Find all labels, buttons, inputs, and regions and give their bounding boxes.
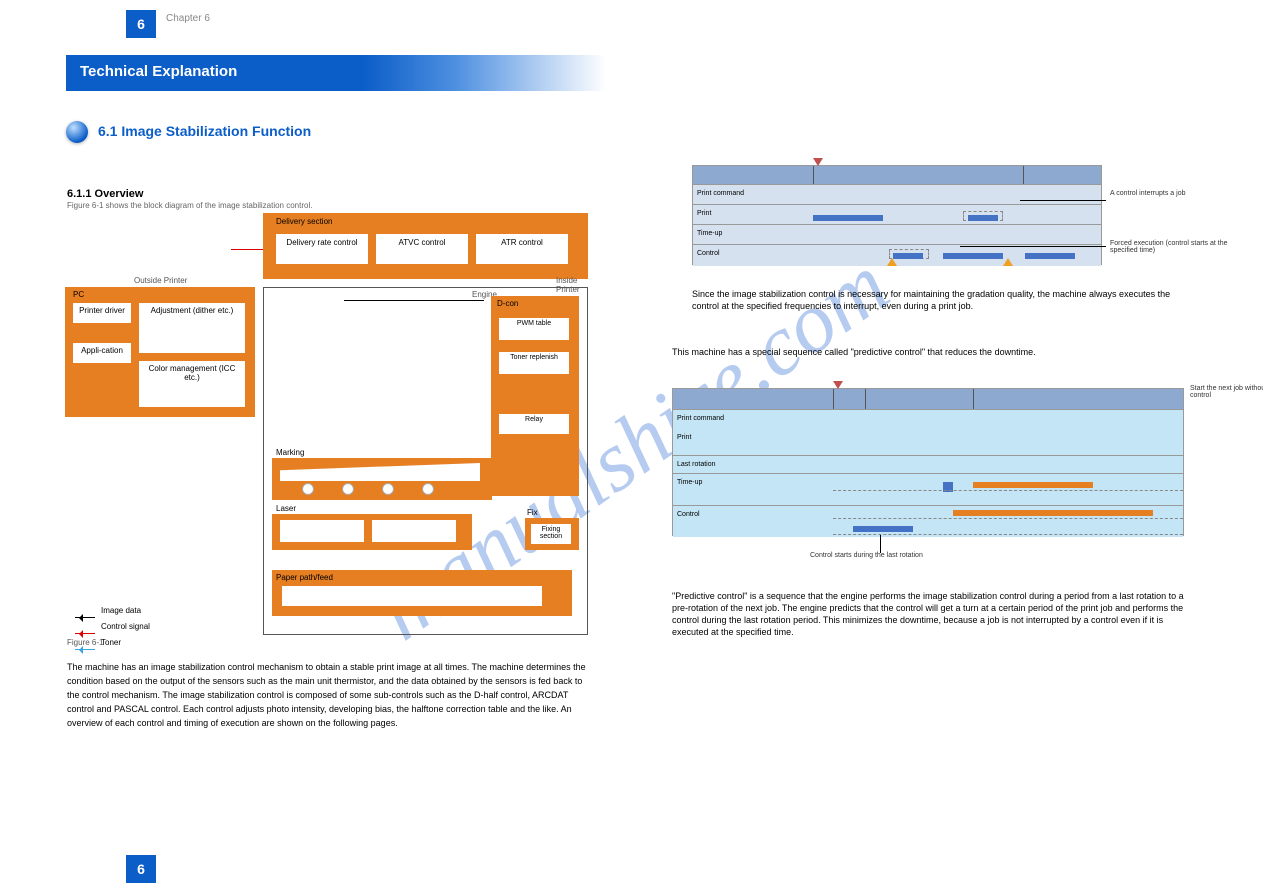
callout2-line-1 (880, 535, 881, 553)
timing2-row-4: Control (673, 505, 1183, 537)
laser-box-1 (280, 520, 364, 542)
drum-1 (302, 483, 314, 495)
timing2-caption: "Predictive control" is a sequence that … (672, 590, 1192, 638)
timing1-row2-label: Print (697, 210, 711, 217)
bar-ctrl-a (893, 253, 923, 259)
dash-line-b (833, 518, 1183, 519)
timing2-row-2: Last rotation (673, 455, 1183, 473)
timing-chart-1: Print command Print Time-up Control (692, 165, 1102, 265)
bar-print-b (968, 215, 998, 221)
dcon-box-3: Relay (499, 414, 569, 434)
marking-label: Marking (276, 448, 304, 457)
fixing-group: Fix Fixing section (525, 518, 579, 550)
fixing-box: Fixing section (531, 524, 571, 544)
timing1-row3-label: Time-up (697, 230, 722, 237)
dcon-box-1: PWM table (499, 318, 569, 340)
bar2-orange-a (973, 482, 1093, 488)
timing2-row2-label: Last rotation (677, 461, 716, 468)
timing1-row-4: Control (693, 244, 1101, 266)
timing1-header (693, 166, 1101, 184)
laser-label: Laser (276, 504, 296, 513)
paper-group: Paper path/feed (272, 570, 572, 616)
drum-4 (422, 483, 434, 495)
timing1-row4-label: Control (697, 250, 720, 257)
bullet-icon (66, 121, 88, 143)
callout-line-2 (960, 246, 1106, 247)
timing2-marker-down (833, 381, 843, 389)
block-diagram: Delivery section Delivery rate control A… (65, 213, 595, 645)
timing1-caption: Since the image stabilization control is… (692, 288, 1192, 312)
timing2-callout-1: Control starts during the last rotation (810, 552, 990, 559)
pc-box-3: Adjustment (dither etc.) (139, 303, 245, 353)
fix-label: Fix (527, 508, 538, 517)
predictive-intro: This machine has a special sequence call… (672, 345, 1192, 359)
timing2-row4-label: Control (677, 511, 700, 518)
marking-group: Marking (272, 458, 492, 500)
timing2-row-1: Print command Print (673, 409, 1183, 455)
inside-printer-label: Inside Printer (556, 276, 587, 294)
timing2-row-3: Time-up (673, 473, 1183, 505)
bar2-blue (853, 526, 913, 532)
pc-box-1: Printer driver (73, 303, 131, 323)
timing2-row1-label: Print command (677, 415, 724, 422)
marking-wedge (280, 463, 480, 481)
timing1-marker-up-2 (1003, 258, 1013, 266)
paper-box (282, 586, 542, 606)
pc-box-2: Appli-cation (73, 343, 131, 363)
delivery-group-label: Delivery section (276, 217, 332, 226)
bar-ctrl-b (943, 253, 1003, 259)
drum-3 (382, 483, 394, 495)
timing1-callout-2: Forced execution (control starts at the … (1110, 240, 1230, 254)
timing2-header (673, 389, 1183, 409)
legend-row-red: Control signal (75, 619, 150, 635)
timing2-row1b-label: Print (677, 434, 691, 441)
bar-ctrl-c (1025, 253, 1075, 259)
bar2-orange-b (953, 510, 1153, 516)
legend-row-black: Image data (75, 603, 150, 619)
timing2-row3-label: Time-up (677, 479, 702, 486)
delivery-box-1: Delivery rate control (276, 234, 368, 264)
page-number-bottom: 6 (126, 855, 156, 883)
laser-box-2 (372, 520, 456, 542)
figure-6-1-label: Figure 6-1 (67, 638, 103, 647)
legend-red-label: Control signal (101, 622, 150, 631)
pc-box-4: Color management (ICC etc.) (139, 361, 245, 407)
overview-subheading: Figure 6-1 shows the block diagram of th… (67, 201, 312, 210)
dcon-box-2: Toner replenish (499, 352, 569, 374)
section-subtitle: 6.1 Image Stabilization Function (98, 123, 311, 139)
chapter-label-top: Chapter 6 (166, 13, 210, 24)
timing1-marker-down (813, 158, 823, 166)
overview-paragraph: The machine has an image stabilization c… (67, 660, 591, 730)
delivery-group: Delivery section Delivery rate control A… (263, 213, 588, 279)
legend-blue-label: Toner (101, 638, 121, 647)
arrow-red-1 (231, 249, 263, 250)
bar-print-a (813, 215, 883, 221)
callout-line-1 (1020, 200, 1106, 201)
delivery-box-2: ATVC control (376, 234, 468, 264)
pc-group-label: PC (73, 290, 84, 299)
delivery-box-3: ATR control (476, 234, 568, 264)
overview-heading: 6.1.1 Overview (67, 188, 143, 200)
dash-line-c (833, 534, 1183, 535)
legend-black-label: Image data (101, 606, 141, 615)
arrow-black-1 (344, 300, 484, 301)
engine-outer: Outside Printer Engine Inside Printer D-… (263, 287, 588, 635)
pc-group: PC Printer driver Appli-cation Adjustmen… (65, 287, 255, 417)
drum-2 (342, 483, 354, 495)
dash-line-a (833, 490, 1183, 491)
timing-chart-2: Print command Print Last rotation Time-u… (672, 388, 1184, 536)
timing1-row1-label: Print command (697, 190, 744, 197)
section-title-bar: Technical Explanation (66, 55, 606, 91)
timing2-callout-2: Start the next job without control (1190, 385, 1263, 399)
page-number-top: 6 (126, 10, 156, 38)
paper-label: Paper path/feed (276, 573, 333, 582)
laser-group: Laser (272, 514, 472, 550)
timing1-marker-up-1 (887, 258, 897, 266)
outside-printer-label: Outside Printer (134, 276, 187, 285)
dcon-group: D-con PWM table Toner replenish Relay (491, 296, 579, 496)
dcon-label: D-con (497, 299, 518, 308)
timing1-callout-1: A control interrupts a job (1110, 190, 1230, 197)
